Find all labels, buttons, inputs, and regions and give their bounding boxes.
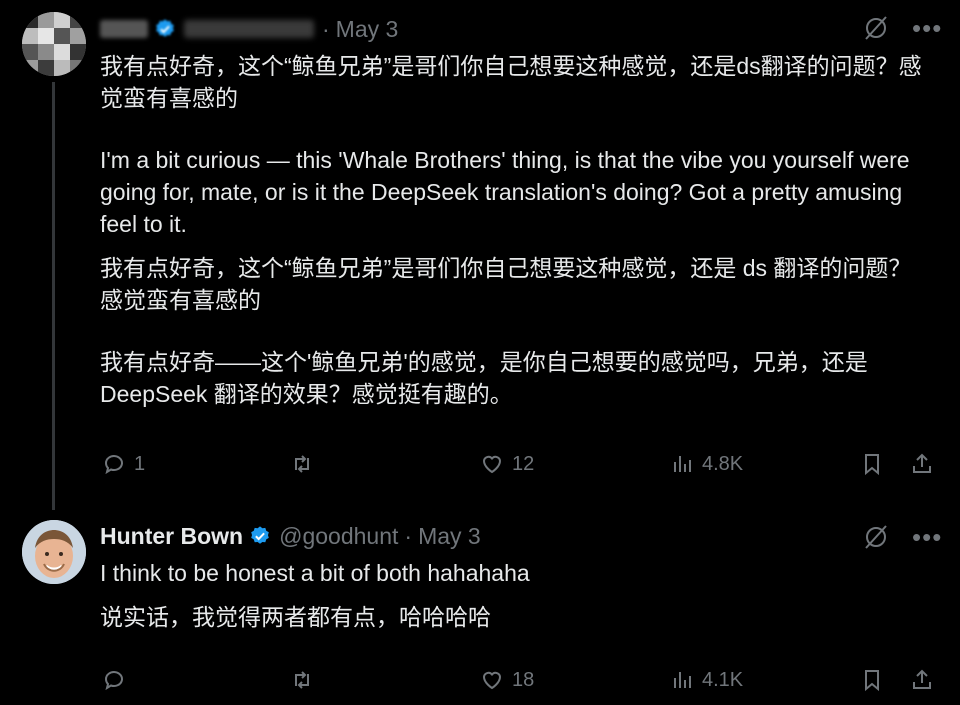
reply-button[interactable]: 1 bbox=[102, 452, 145, 476]
bookmark-button[interactable] bbox=[860, 452, 884, 476]
pixelated-avatar-icon bbox=[22, 12, 86, 76]
display-name[interactable] bbox=[100, 20, 148, 38]
tweet-body: 我有点好奇，这个“鲸鱼兄弟”是哥们你自己想要这种感觉，还是ds翻译的问题？感觉蛮… bbox=[100, 50, 930, 410]
reply-icon bbox=[105, 455, 123, 475]
grok-icon[interactable] bbox=[862, 523, 890, 551]
action-bar: 18 4.1K bbox=[100, 668, 940, 698]
reply-icon bbox=[105, 671, 123, 691]
tweet-text-english: I'm a bit curious — this 'Whale Brothers… bbox=[100, 147, 916, 237]
views-icon bbox=[674, 672, 691, 688]
heart-icon bbox=[482, 455, 502, 474]
user-avatar-icon bbox=[22, 520, 86, 584]
bookmark-icon bbox=[865, 670, 879, 692]
like-count: 12 bbox=[512, 452, 535, 475]
handle[interactable] bbox=[184, 20, 314, 38]
tweet-text-chinese: 说实话，我觉得两者都有点，哈哈哈哈 bbox=[100, 604, 491, 630]
thread-line bbox=[52, 82, 55, 510]
display-name[interactable]: Hunter Bown bbox=[100, 523, 243, 550]
tweet-header: · May 3 bbox=[100, 14, 398, 44]
like-button[interactable]: 12 bbox=[480, 452, 534, 476]
views-button[interactable]: 4.8K bbox=[670, 452, 743, 476]
share-button[interactable] bbox=[910, 668, 934, 692]
tweet-body: I think to be honest a bit of both hahah… bbox=[100, 557, 930, 633]
more-options-icon[interactable]: ••• bbox=[912, 524, 942, 550]
views-button[interactable]: 4.1K bbox=[670, 668, 743, 692]
verified-badge-icon bbox=[156, 19, 174, 37]
verified-badge-icon bbox=[251, 526, 269, 544]
views-icon bbox=[674, 456, 691, 472]
retweet-button[interactable] bbox=[290, 668, 322, 692]
share-button[interactable] bbox=[910, 452, 934, 476]
tweet-date[interactable]: May 3 bbox=[418, 523, 481, 550]
tweet-2: Hunter Bown @goodhunt · May 3 ••• I thin… bbox=[0, 505, 960, 705]
share-icon bbox=[913, 669, 931, 689]
tweet-header: Hunter Bown @goodhunt · May 3 bbox=[100, 521, 481, 551]
bookmark-icon bbox=[865, 454, 879, 476]
like-count: 18 bbox=[512, 668, 535, 691]
retweet-icon bbox=[295, 671, 309, 689]
tweet-text-chinese-3: 我有点好奇——这个'鲸鱼兄弟'的感觉，是你自己想要的感觉吗，兄弟，还是 Deep… bbox=[100, 349, 875, 407]
like-button[interactable]: 18 bbox=[480, 668, 534, 692]
separator: · bbox=[404, 522, 413, 549]
tweet-date[interactable]: May 3 bbox=[336, 16, 399, 43]
share-icon bbox=[913, 453, 931, 473]
tweet-menu: ••• bbox=[862, 14, 942, 42]
tweet-text-chinese-1: 我有点好奇，这个“鲸鱼兄弟”是哥们你自己想要这种感觉，还是ds翻译的问题？感觉蛮… bbox=[100, 53, 922, 111]
avatar[interactable] bbox=[22, 520, 86, 584]
bookmark-button[interactable] bbox=[860, 668, 884, 692]
views-count: 4.8K bbox=[702, 452, 744, 475]
tweet-text-english: I think to be honest a bit of both hahah… bbox=[100, 560, 530, 586]
reply-button[interactable] bbox=[102, 668, 134, 692]
tweet-menu: ••• bbox=[862, 523, 942, 551]
handle[interactable]: @goodhunt bbox=[279, 523, 398, 550]
more-options-icon[interactable]: ••• bbox=[912, 15, 942, 41]
retweet-icon bbox=[295, 455, 309, 473]
reply-count: 1 bbox=[134, 452, 146, 475]
tweet-1: · May 3 ••• 我有点好奇，这个“鲸鱼兄弟”是哥们你自己想要这种感觉，还… bbox=[0, 0, 960, 510]
separator: · bbox=[322, 15, 330, 42]
retweet-button[interactable] bbox=[290, 452, 322, 476]
tweet-text-chinese-2: 我有点好奇，这个“鲸鱼兄弟”是哥们你自己想要这种感觉，还是 ds 翻译的问题？感… bbox=[100, 255, 912, 313]
action-bar: 1 12 4.8K bbox=[100, 452, 940, 482]
avatar[interactable] bbox=[22, 12, 86, 76]
grok-icon[interactable] bbox=[862, 14, 890, 42]
heart-icon bbox=[482, 671, 502, 690]
views-count: 4.1K bbox=[702, 668, 744, 691]
